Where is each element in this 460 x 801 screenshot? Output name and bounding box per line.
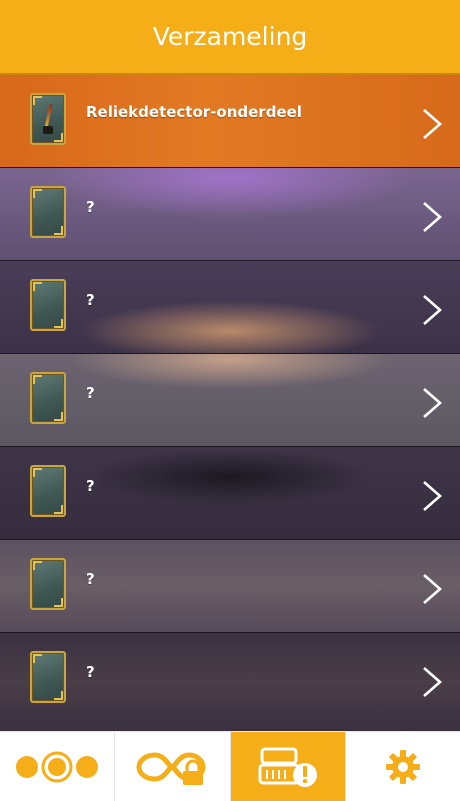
list-item[interactable]: ?	[0, 447, 460, 540]
collection-alert-icon	[258, 747, 317, 787]
list-item[interactable]: ?	[0, 354, 460, 447]
list-item-label: ?	[86, 291, 95, 309]
list-item-label: ?	[86, 384, 95, 402]
chevron-right-icon	[423, 295, 442, 325]
list-item-label: Reliekdetector-onderdeel	[86, 103, 302, 121]
list-item-label: ?	[86, 198, 95, 216]
chevron-right-icon	[423, 481, 442, 511]
list-item[interactable]: ?	[0, 540, 460, 633]
list-item[interactable]: ?	[0, 261, 460, 354]
tab-collection[interactable]	[230, 732, 346, 801]
infinity-locked-icon	[136, 751, 206, 785]
chevron-right-icon	[423, 667, 442, 697]
bottom-tab-bar	[0, 731, 460, 801]
relic-detector-part-card-icon	[30, 93, 66, 145]
locked-card-icon	[30, 651, 66, 703]
locked-card-icon	[30, 186, 66, 238]
chevron-right-icon	[423, 109, 442, 139]
locked-card-icon	[30, 279, 66, 331]
collection-list: Reliekdetector-onderdeel ? ? ? ? ? ?	[0, 75, 460, 731]
three-circles-icon	[16, 751, 99, 782]
locked-card-icon	[30, 465, 66, 517]
list-item-label: ?	[86, 570, 95, 588]
list-item[interactable]: ?	[0, 633, 460, 731]
list-item[interactable]: Reliekdetector-onderdeel	[0, 75, 460, 168]
chevron-right-icon	[423, 574, 442, 604]
gear-icon	[385, 749, 420, 784]
locked-card-icon	[30, 558, 66, 610]
list-item-label: ?	[86, 477, 95, 495]
locked-card-icon	[30, 372, 66, 424]
list-item[interactable]: ?	[0, 168, 460, 261]
page-title: Verzameling	[152, 22, 308, 51]
header-bar: Verzameling	[0, 0, 460, 75]
tab-infinity-locked[interactable]	[115, 732, 231, 801]
tab-home[interactable]	[0, 732, 116, 801]
tab-settings[interactable]	[346, 732, 460, 801]
chevron-right-icon	[423, 388, 442, 418]
list-item-label: ?	[86, 663, 95, 681]
chevron-right-icon	[423, 202, 442, 232]
